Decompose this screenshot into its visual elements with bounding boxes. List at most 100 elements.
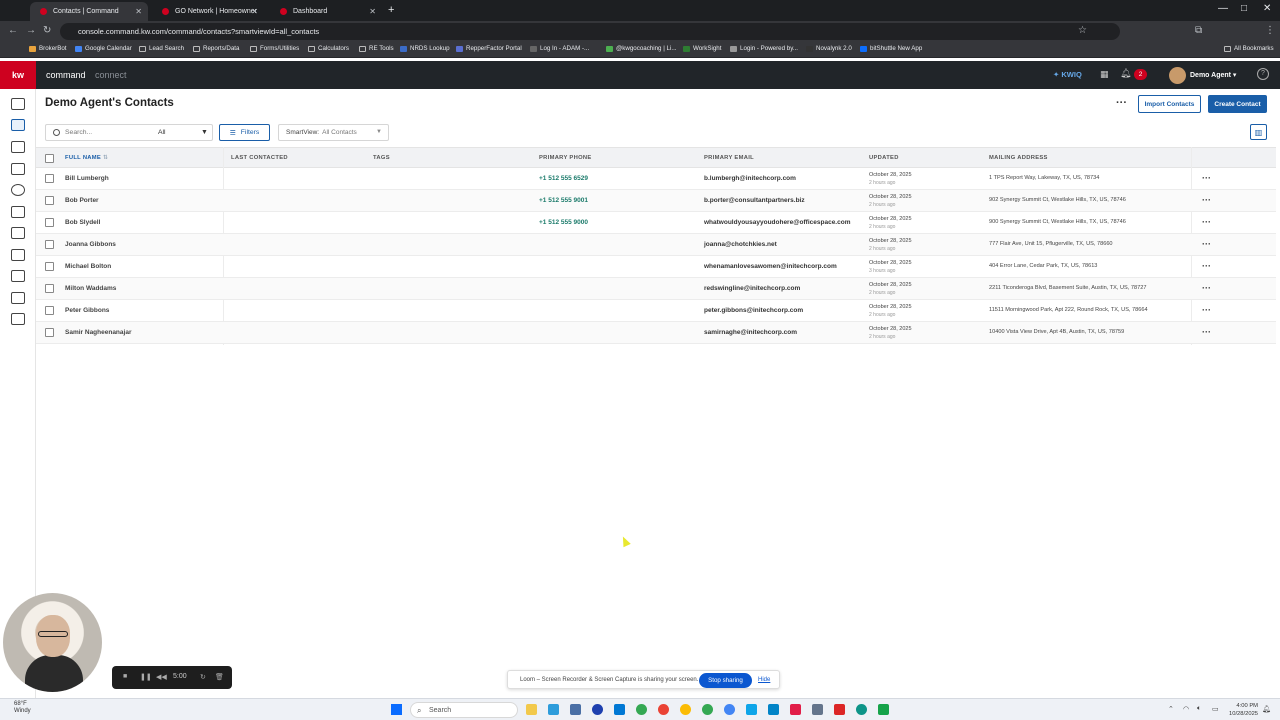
row-actions-icon[interactable]: ··· (1202, 261, 1211, 271)
row-checkbox[interactable] (45, 240, 54, 249)
app-icon[interactable] (548, 704, 559, 715)
minimize-icon[interactable]: — (1218, 3, 1228, 14)
bookmark-item[interactable]: Lead Search (139, 45, 184, 52)
chrome-icon[interactable] (680, 704, 691, 715)
bookmark-item[interactable]: Novalynk 2.0 (806, 45, 852, 52)
battery-icon[interactable]: ▭ (1212, 705, 1219, 713)
tasks-icon[interactable] (11, 141, 25, 153)
table-row[interactable]: Milton Waddams redswingline@initechcorp.c… (36, 278, 1276, 300)
row-checkbox[interactable] (45, 174, 54, 183)
brand-command[interactable]: command (46, 70, 86, 80)
kwiq-button[interactable]: ✦ KWIQ (1053, 70, 1082, 79)
wifi-icon[interactable]: ◠ (1183, 705, 1189, 713)
weather-widget[interactable]: 68°F Windy (14, 701, 31, 715)
pause-icon[interactable]: ❚❚ (140, 673, 152, 681)
back-icon[interactable]: ← (8, 25, 18, 36)
contact-email[interactable]: b.lumbergh@initechcorp.com (704, 175, 796, 182)
close-window-icon[interactable]: ✕ (1263, 3, 1271, 14)
filters-button[interactable]: ☰ Filters (219, 124, 270, 141)
bookmark-item[interactable]: Log In - ADAM -... (530, 45, 589, 52)
contact-email[interactable]: whatwouldyousayyoudohere@officespace.com (704, 219, 850, 226)
app-icon[interactable] (812, 704, 823, 715)
contact-phone[interactable]: +1 512 555 9000 (539, 219, 588, 226)
rewind-icon[interactable]: ◀◀ (156, 673, 167, 681)
row-actions-icon[interactable]: ··· (1202, 195, 1211, 205)
table-row[interactable]: Bob Porter +1 512 555 9001 b.porter@consul… (36, 190, 1276, 212)
url-field[interactable]: console.command.kw.com/command/contacts?… (60, 23, 1120, 40)
table-row[interactable]: Michael Bolton whenamanlovesawomen@initec… (36, 256, 1276, 278)
tab-go-network[interactable]: GO Network | Homeowner ✕ (152, 2, 264, 21)
designs-icon[interactable] (11, 270, 25, 282)
bookmark-star-icon[interactable]: ☆ (1078, 25, 1087, 36)
bookmark-item[interactable]: Calculators (308, 45, 349, 52)
col-full-name[interactable]: FULL NAME ⇅ (65, 155, 108, 161)
contact-email[interactable]: joanna@chotchkies.net (704, 241, 777, 248)
restart-icon[interactable]: ↻ (200, 673, 206, 681)
opportunities-icon[interactable] (11, 206, 25, 218)
forward-icon[interactable]: → (26, 25, 36, 36)
extensions-icon[interactable]: ⧉ (1195, 25, 1202, 36)
table-row[interactable]: Bill Lumbergh +1 512 555 6529 b.lumbergh@i… (36, 168, 1276, 190)
close-icon[interactable]: ✕ (251, 7, 258, 16)
contact-name[interactable]: Samir Nagheenanajar (65, 329, 131, 336)
people-icon[interactable] (11, 184, 25, 196)
notification-bell-icon[interactable]: 🔔︎ (1262, 705, 1271, 713)
col-primary-phone[interactable]: PRIMARY PHONE (539, 155, 592, 161)
trash-icon[interactable]: 🗑︎ (215, 673, 224, 681)
row-actions-icon[interactable]: ··· (1202, 283, 1211, 293)
contact-name[interactable]: Bill Lumbergh (65, 175, 109, 182)
contact-email[interactable]: b.porter@consultantpartners.biz (704, 197, 805, 204)
close-icon[interactable]: ✕ (369, 7, 376, 16)
contact-name[interactable]: Milton Waddams (65, 285, 116, 292)
contact-email[interactable]: peter.gibbons@initechcorp.com (704, 307, 803, 314)
col-primary-email[interactable]: PRIMARY EMAIL (704, 155, 754, 161)
row-actions-icon[interactable]: ··· (1202, 239, 1211, 249)
chrome-icon[interactable] (702, 704, 713, 715)
excel-icon[interactable] (878, 704, 889, 715)
table-row[interactable]: Bob Slydell +1 512 555 9000 whatwouldyousa… (36, 212, 1276, 234)
row-checkbox[interactable] (45, 196, 54, 205)
more-options-icon[interactable]: ··· (1116, 97, 1127, 109)
bookmark-item[interactable]: @kwgocoaching | Li... (606, 45, 677, 52)
marketing-icon[interactable] (11, 227, 25, 239)
chrome-icon[interactable] (636, 704, 647, 715)
bookmark-item[interactable]: Google Calendar (75, 45, 132, 52)
chevron-down-icon[interactable]: ▼ (201, 129, 208, 136)
bookmark-item[interactable]: Forms/Utilities (250, 45, 299, 52)
contact-name[interactable]: Joanna Gibbons (65, 241, 116, 248)
row-actions-icon[interactable]: ··· (1202, 173, 1211, 183)
row-checkbox[interactable] (45, 262, 54, 271)
bookmark-item[interactable]: WorkSight (683, 45, 721, 52)
gallery-icon[interactable] (11, 313, 25, 325)
col-tags[interactable]: TAGS (373, 155, 390, 161)
app-icon[interactable] (614, 704, 625, 715)
bookmark-item[interactable]: NRDS Lookup (400, 45, 450, 52)
insights-icon[interactable] (11, 249, 25, 261)
bookmark-item[interactable]: bitShuttle New App (860, 45, 922, 52)
maximize-icon[interactable]: □ (1241, 3, 1247, 14)
help-icon[interactable]: ? (1257, 68, 1269, 80)
bell-icon[interactable]: 🔔︎ (1120, 68, 1131, 79)
kw-logo[interactable]: kw (0, 61, 36, 89)
chrome-icon[interactable] (724, 704, 735, 715)
tab-dashboard[interactable]: Dashboard ✕ (270, 2, 382, 21)
bookmark-item[interactable]: RE Tools (359, 45, 394, 52)
bookmark-item[interactable]: Reports/Data (193, 45, 239, 52)
tray-chevron-icon[interactable]: ⌃ (1168, 705, 1174, 713)
chrome-icon[interactable] (658, 704, 669, 715)
contact-email[interactable]: samirnaghe@initechcorp.com (704, 329, 797, 336)
bookmark-item[interactable]: RepperFactor Portal (456, 45, 522, 52)
app-icon[interactable] (856, 704, 867, 715)
avatar[interactable] (1169, 67, 1186, 84)
home-icon[interactable] (11, 98, 25, 110)
contact-phone[interactable]: +1 512 555 6529 (539, 175, 588, 182)
clock[interactable]: 4:00 PM 10/28/2025 (1229, 702, 1258, 718)
reload-icon[interactable]: ↻ (43, 25, 51, 36)
table-row[interactable]: Samir Nagheenanajar samirnaghe@initechcor… (36, 322, 1276, 344)
row-actions-icon[interactable]: ··· (1202, 305, 1211, 315)
new-tab-button[interactable]: + (388, 4, 394, 16)
file-explorer-icon[interactable] (526, 704, 537, 715)
contact-name[interactable]: Michael Bolton (65, 263, 111, 270)
row-checkbox[interactable] (45, 328, 54, 337)
documents-icon[interactable] (11, 163, 25, 175)
